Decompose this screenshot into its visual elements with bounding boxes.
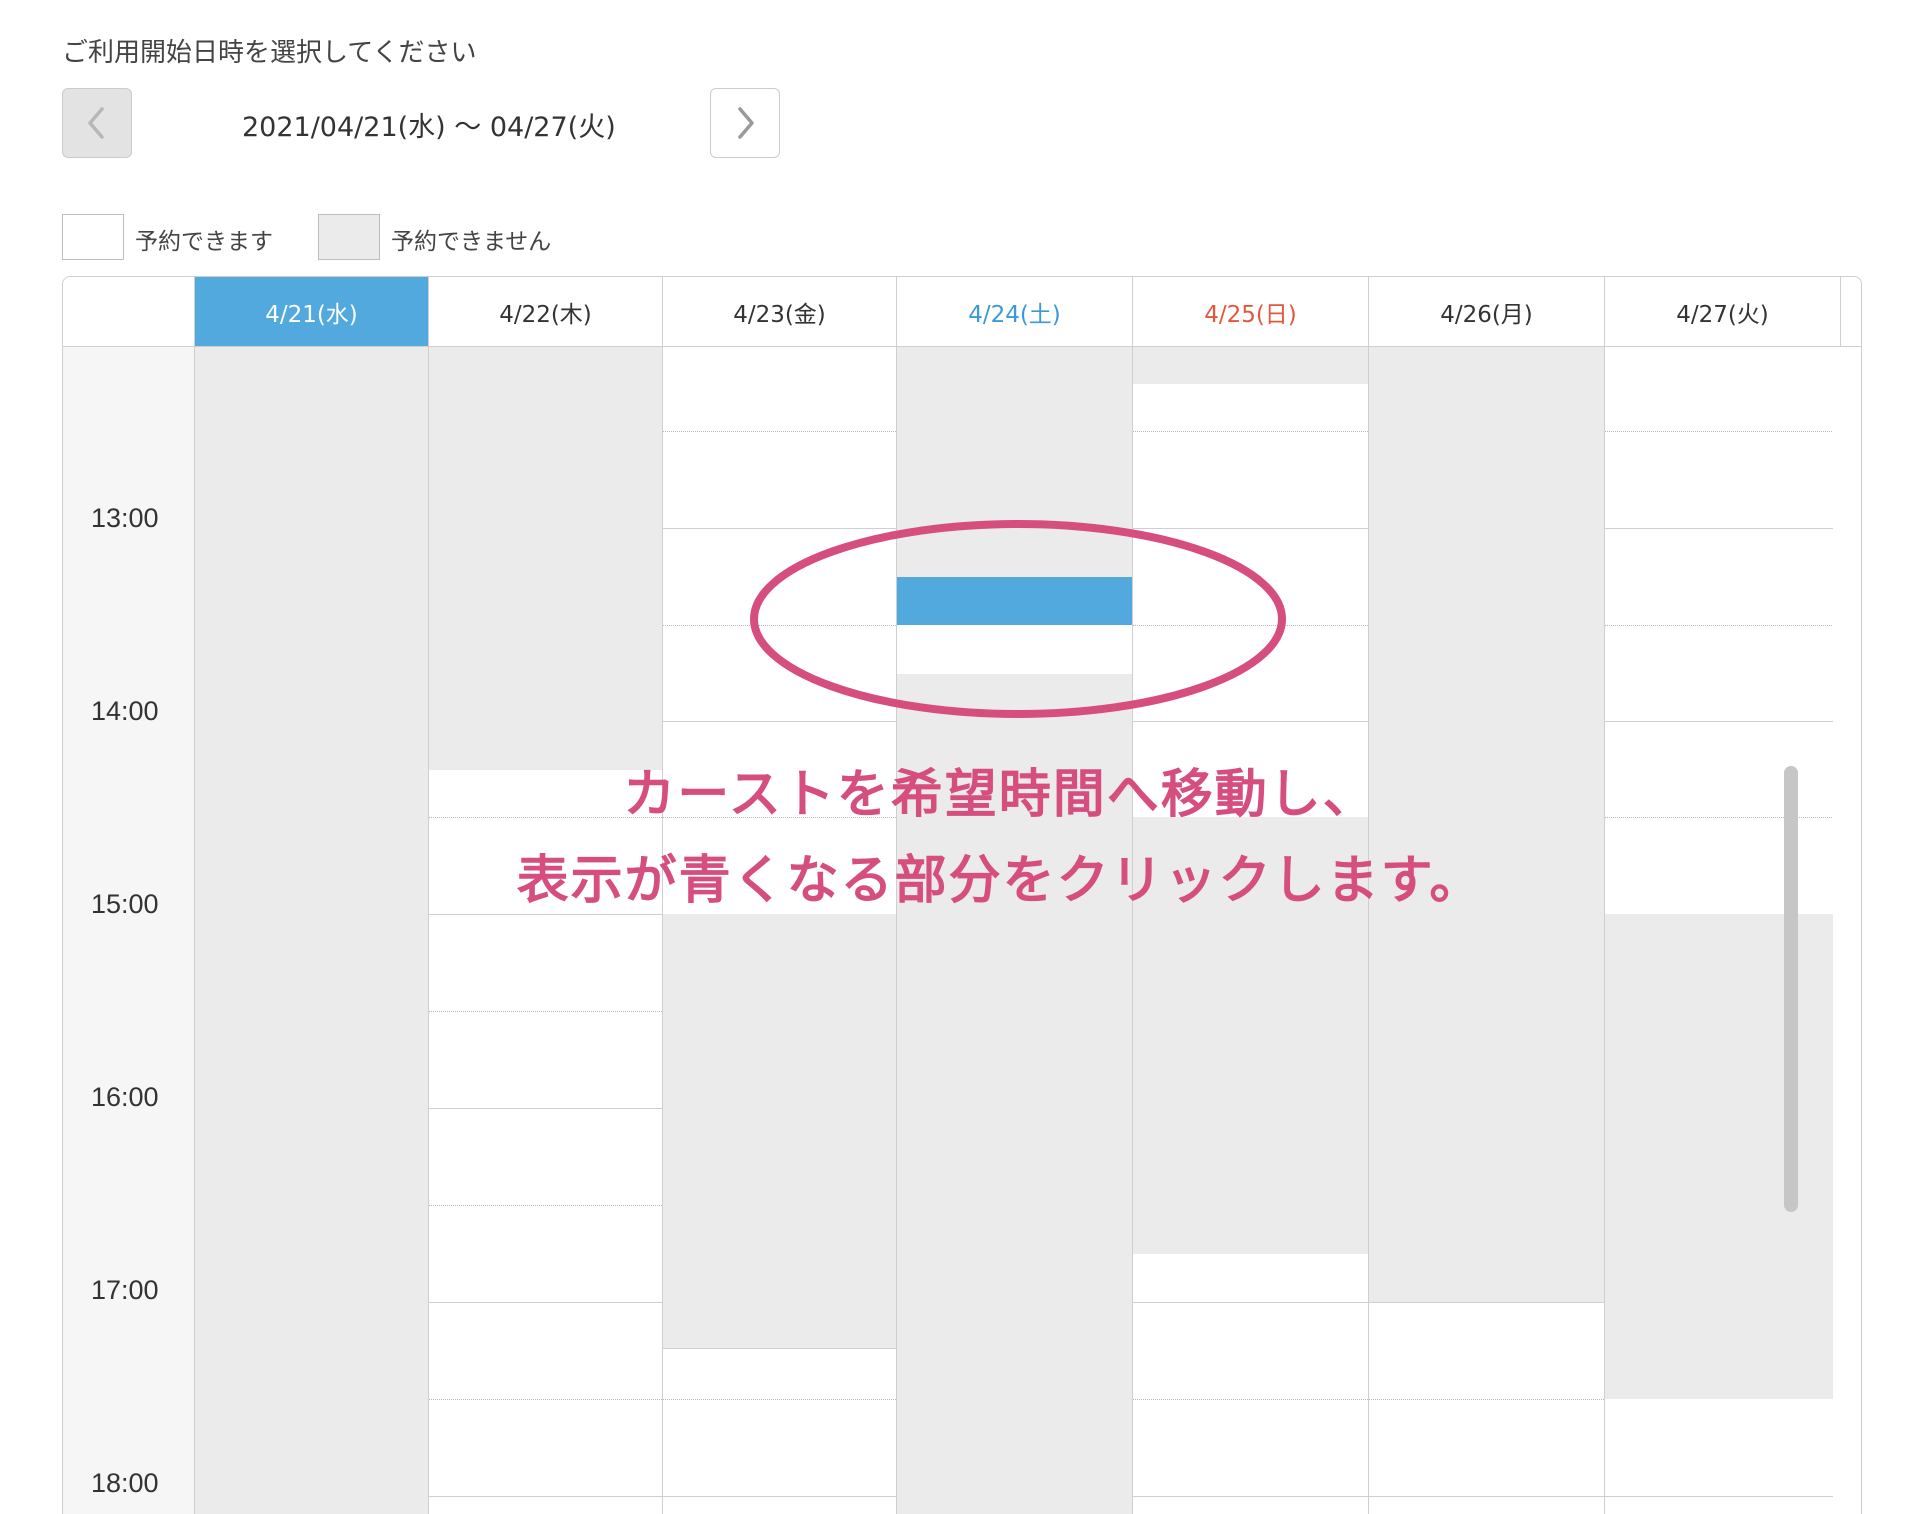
unavailable-slot (1605, 914, 1840, 1399)
time-column: 13:00 14:00 15:00 16:00 17:00 18:00 (63, 347, 195, 1514)
slot-line (1369, 1302, 1604, 1303)
time-label: 15:00 (91, 889, 159, 919)
day-column-0424[interactable] (897, 347, 1133, 1514)
slot-line (663, 625, 896, 626)
slot-line (429, 817, 662, 818)
day-column-0426[interactable] (1369, 347, 1605, 1514)
slot-line (429, 1205, 662, 1206)
time-label: 13:00 (91, 503, 159, 533)
unavailable-slot (1133, 347, 1368, 384)
chevron-left-icon (88, 107, 104, 139)
next-week-button[interactable] (710, 88, 780, 158)
slot-line (663, 528, 896, 529)
legend-available-label: 予約できます (135, 229, 273, 255)
time-label: 18:00 (91, 1468, 159, 1498)
schedule-calendar: 4/21(水) 4/22(木) 4/23(金) 4/24(土) 4/25(日) … (62, 276, 1862, 1514)
day-header-0427[interactable]: 4/27(火) (1605, 277, 1841, 346)
day-header-0421[interactable]: 4/21(水) (195, 277, 429, 346)
slot-line (1605, 431, 1840, 432)
slot-line (429, 1496, 662, 1497)
slot-line (1133, 1302, 1368, 1303)
slot-line (429, 1302, 662, 1303)
unavailable-slot (897, 347, 1132, 577)
slot-line (1133, 721, 1368, 722)
slot-line (663, 721, 896, 722)
selected-slot[interactable] (897, 577, 1132, 625)
slot-line (1605, 1496, 1840, 1497)
day-column-0423[interactable] (663, 347, 897, 1514)
unavailable-slot (195, 347, 428, 1514)
slot-line (1605, 625, 1840, 626)
calendar-header-row: 4/21(水) 4/22(木) 4/23(金) 4/24(土) 4/25(日) … (63, 277, 1861, 347)
slot-line (1605, 528, 1840, 529)
legend-unavailable-label: 予約できません (391, 229, 552, 255)
slot-line (1605, 721, 1840, 722)
slot-line (663, 431, 896, 432)
day-header-0424[interactable]: 4/24(土) (897, 277, 1133, 346)
day-header-0422[interactable]: 4/22(木) (429, 277, 663, 346)
slot-line (1133, 1496, 1368, 1497)
slot-line (663, 1348, 896, 1349)
unavailable-slot (1133, 817, 1368, 1254)
slot-line (1369, 1399, 1604, 1400)
slot-line (429, 1108, 662, 1109)
day-header-0425[interactable]: 4/25(日) (1133, 277, 1369, 346)
time-label: 16:00 (91, 1082, 159, 1112)
day-header-0423[interactable]: 4/23(金) (663, 277, 897, 346)
unavailable-slot (663, 914, 896, 1348)
prev-week-button[interactable] (62, 88, 132, 158)
unavailable-slot (429, 347, 662, 770)
slot-line (1133, 431, 1368, 432)
day-column-0427[interactable] (1605, 347, 1841, 1514)
scrollbar-track[interactable] (1833, 347, 1861, 1514)
slot-line (1605, 817, 1840, 818)
slot-line (1369, 1496, 1604, 1497)
time-label: 14:00 (91, 696, 159, 726)
time-label: 17:00 (91, 1275, 159, 1305)
slot-line (663, 817, 896, 818)
legend-available-swatch (62, 214, 124, 260)
day-column-0421 (195, 347, 429, 1514)
unavailable-slot (1369, 347, 1604, 1302)
unavailable-slot (897, 674, 1132, 1514)
legend-unavailable-swatch (318, 214, 380, 260)
calendar-header-corner (63, 277, 195, 346)
slot-line (429, 1399, 662, 1400)
slot-line (663, 1399, 896, 1400)
slot-line (1133, 625, 1368, 626)
chevron-right-icon (738, 107, 754, 139)
day-column-0425[interactable] (1133, 347, 1369, 1514)
slot-line (429, 914, 662, 915)
slot-line (1133, 528, 1368, 529)
slot-line (429, 1011, 662, 1012)
date-range-text: 2021/04/21(水) 〜 04/27(火) (242, 112, 616, 143)
slot-line (663, 1496, 896, 1497)
scrollbar-thumb[interactable] (1784, 766, 1798, 1212)
page-title: ご利用開始日時を選択してください (62, 38, 477, 68)
day-column-0422[interactable] (429, 347, 663, 1514)
slot-line (1133, 1399, 1368, 1400)
day-header-0426[interactable]: 4/26(月) (1369, 277, 1605, 346)
